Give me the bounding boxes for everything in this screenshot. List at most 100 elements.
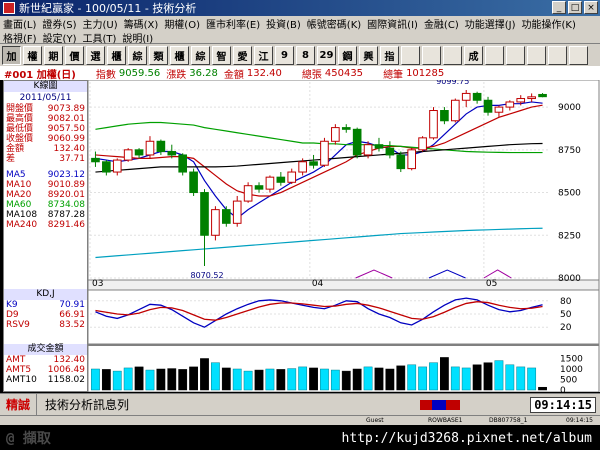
candle-body	[232, 200, 242, 224]
volume-bar	[101, 369, 111, 391]
kd-line-d9	[95, 301, 543, 321]
menu-item[interactable]: 金融(C)	[421, 16, 462, 31]
candle-body	[243, 185, 253, 202]
toolbar-button[interactable]	[401, 45, 420, 65]
toolbar-button[interactable]: 指	[380, 45, 399, 65]
volume-bar	[396, 365, 406, 391]
broker-label: 精誠	[0, 394, 38, 415]
toolbar-button[interactable]	[443, 45, 462, 65]
toolbar: 加權期價選櫃綜類櫃綜智愛江 9 8 29 鋼興指成	[0, 44, 600, 66]
close-button[interactable]: ×	[584, 1, 598, 14]
candle-body	[167, 151, 177, 156]
menu-item[interactable]: 期權(O)	[161, 16, 203, 31]
menu-item[interactable]: 投資(B)	[263, 16, 304, 31]
maximize-button[interactable]: □	[568, 1, 582, 14]
indicator-label: RSV9	[6, 320, 30, 330]
candle-body	[494, 106, 504, 113]
menu-item[interactable]: 功能選擇(J)	[462, 16, 519, 31]
indicator-row: MA108 8787.28	[4, 210, 87, 220]
toolbar-button[interactable]: 愛	[233, 45, 252, 65]
toolbar-button[interactable]: 8	[296, 45, 315, 65]
volume-bar	[407, 364, 417, 391]
menu-item[interactable]: 說明(I)	[119, 30, 156, 45]
candle-body	[407, 149, 417, 170]
candle-body	[352, 128, 362, 156]
menu-item[interactable]: 國際資訊(I)	[364, 16, 421, 31]
menu-item[interactable]: 匯市利率(E)	[203, 16, 263, 31]
toolbar-button[interactable]: 鋼	[338, 45, 357, 65]
toolbar-button[interactable]: 價	[65, 45, 84, 65]
volume-bar	[363, 366, 373, 391]
indicator-value: 9010.89	[47, 180, 85, 190]
menu-item[interactable]: 格視(F)	[0, 30, 40, 45]
k-y-tick-label: 9000	[558, 103, 581, 113]
toolbar-button[interactable]: 成	[464, 45, 483, 65]
trend-marker	[428, 269, 466, 279]
title-bar: 新世紀贏家 - 100/05/11 - 技術分析 _ □ ×	[0, 0, 600, 16]
menu-item[interactable]: 工具(T)	[79, 30, 119, 45]
candle-body	[429, 110, 438, 139]
toolbar-button[interactable]: 綜	[128, 45, 147, 65]
volume-bar	[178, 369, 188, 391]
indicator-label: MA108	[6, 210, 38, 220]
candle-body	[134, 149, 144, 156]
toolbar-button[interactable]	[422, 45, 441, 65]
indicator-row: RSV9 83.52	[4, 320, 87, 330]
indicator-label: 金額	[6, 144, 25, 154]
toolbar-button[interactable]: 江	[254, 45, 273, 65]
volume-bar	[418, 366, 427, 391]
toolbar-button[interactable]: 權	[23, 45, 42, 65]
toolbar-button[interactable]: 類	[149, 45, 168, 65]
toolbar-button[interactable]: 選	[86, 45, 105, 65]
volume-bar	[440, 357, 449, 391]
menu-item[interactable]: 帳號密碼(K)	[304, 16, 364, 31]
toolbar-button[interactable]	[506, 45, 525, 65]
indicator-row: MA5 9023.12	[4, 170, 87, 180]
candle-body	[145, 140, 155, 156]
chart-svg[interactable]: 8000 8250 8500 8750 9000 03 04 05 9099.75 8070.52…	[87, 77, 600, 396]
indicator-row: AMT5 1006.49	[4, 365, 87, 375]
minimize-button[interactable]: _	[552, 1, 566, 14]
menu-item[interactable]: 籌碼(X)	[121, 16, 162, 31]
window-title: 新世紀贏家 - 100/05/11 - 技術分析	[19, 2, 197, 15]
candle-body	[254, 185, 264, 190]
indicator-row: 金額 132.40	[4, 144, 87, 154]
menu-item[interactable]: 證券(S)	[39, 16, 79, 31]
server-time: 09:14:15	[566, 417, 593, 424]
toolbar-button[interactable]: 櫃	[107, 45, 126, 65]
volume-bar	[374, 367, 384, 391]
toolbar-button[interactable]	[548, 45, 567, 65]
menu-item[interactable]: 畫面(L)	[0, 16, 39, 31]
chart-area[interactable]: 8000 8250 8500 8750 9000 03 04 05 9099.75 8070.52…	[87, 77, 600, 396]
toolbar-button[interactable]	[527, 45, 546, 65]
indicator-row: MA20 8920.01	[4, 190, 87, 200]
volume-bar	[516, 366, 526, 391]
toolbar-button[interactable]: 9	[275, 45, 294, 65]
index-value: 9059.56	[118, 67, 161, 79]
candle-body	[440, 110, 449, 122]
toolbar-button[interactable]: 綜	[191, 45, 210, 65]
candle-body	[418, 137, 427, 151]
volume-bar	[483, 362, 493, 391]
volume-bar	[265, 368, 275, 391]
kd-y-tick-label: 50	[560, 310, 572, 320]
toolbar-button[interactable]: 期	[44, 45, 63, 65]
k-y-tick-label: 8750	[558, 146, 581, 156]
watermark-url: http://kujd3268.pixnet.net/album	[341, 431, 592, 446]
menu-item[interactable]: 主力(U)	[80, 16, 121, 31]
menu-item[interactable]: 設定(Y)	[40, 30, 80, 45]
k-y-tick-label: 8250	[558, 231, 581, 241]
ma-line-ma240	[95, 227, 543, 259]
toolbar-button[interactable]: 櫃	[170, 45, 189, 65]
toolbar-button[interactable]: 智	[212, 45, 231, 65]
kd-y-tick-label: 80	[560, 297, 572, 307]
menu-item[interactable]: 功能操作(K)	[519, 16, 579, 31]
toolbar-button[interactable]	[569, 45, 588, 65]
toolbar-button[interactable]: 興	[359, 45, 378, 65]
indicator-label: 收盤價	[6, 134, 34, 144]
toolbar-button[interactable]	[485, 45, 504, 65]
indicator-value: 9073.89	[47, 104, 85, 114]
toolbar-button[interactable]: 加	[2, 45, 21, 65]
volume-bar	[494, 360, 504, 391]
toolbar-button[interactable]: 29	[317, 45, 336, 65]
